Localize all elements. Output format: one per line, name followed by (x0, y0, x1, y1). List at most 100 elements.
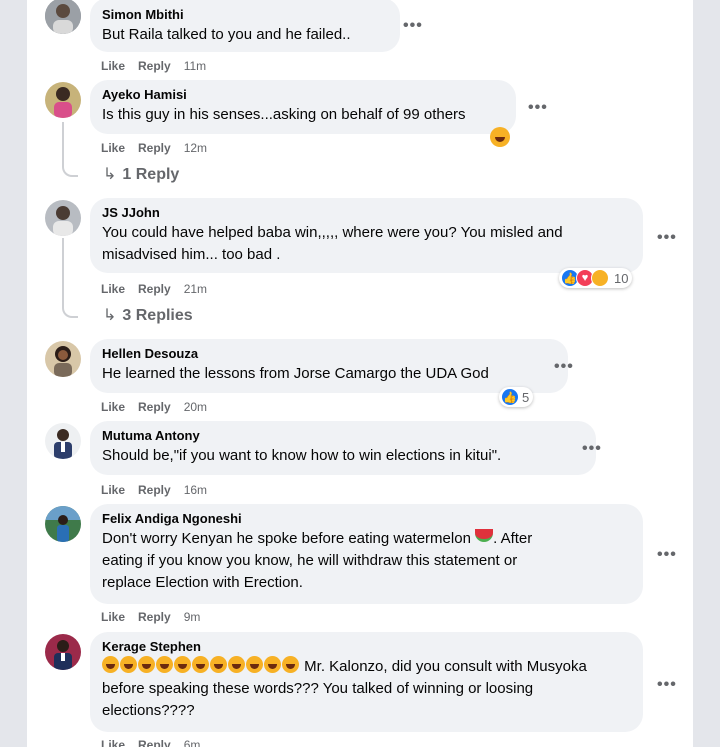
avatar[interactable] (45, 82, 81, 118)
comment-bubble: Hellen Desouza He learned the lessons fr… (90, 339, 568, 393)
comment-author[interactable]: Mutuma Antony (102, 428, 584, 444)
comment-author[interactable]: Ayeko Hamisi (102, 87, 504, 103)
comments-panel: Simon Mbithi But Raila talked to you and… (27, 0, 693, 747)
thread-line (62, 122, 78, 177)
comment-time[interactable]: 9m (184, 610, 201, 624)
laughing-emoji-icon (228, 656, 245, 673)
more-options-icon[interactable]: ••• (657, 230, 677, 246)
reply-arrow-icon: ↳ (103, 166, 117, 183)
more-options-icon[interactable]: ••• (554, 359, 574, 375)
reply-button[interactable]: Reply (138, 610, 171, 624)
reply-button[interactable]: Reply (138, 400, 171, 414)
watermelon-emoji-icon (475, 529, 494, 542)
comment-text-line: You could have helped baba win,,,,, wher… (102, 224, 563, 241)
comment-actions: Like Reply 20m (101, 399, 207, 415)
comment-text-line: . After (493, 530, 533, 547)
view-replies-link[interactable]: ↳ 3 Replies (103, 306, 193, 326)
reply-button[interactable]: Reply (138, 282, 171, 296)
comment-text: Is this guy in his senses...asking on be… (102, 106, 466, 123)
comment-text: Should be,"if you want to know how to wi… (102, 447, 502, 464)
like-button[interactable]: Like (101, 738, 125, 747)
reactions-badge[interactable]: 👍 5 (499, 387, 534, 407)
comment-actions: Like Reply 9m (101, 609, 200, 625)
haha-emoji-icon (490, 127, 510, 147)
avatar[interactable] (45, 506, 81, 542)
more-options-icon[interactable]: ••• (582, 441, 602, 457)
avatar[interactable] (45, 341, 81, 377)
avatar[interactable] (45, 634, 81, 670)
comment-time[interactable]: 12m (184, 141, 207, 155)
like-reaction-icon: 👍 (501, 388, 519, 406)
reactions-badge[interactable]: 👍 ♥ 10 (559, 268, 633, 288)
comment-text: But Raila talked to you and he failed.. (102, 26, 351, 43)
reply-button[interactable]: Reply (138, 59, 171, 73)
haha-reaction-icon (591, 269, 609, 287)
comment-bubble: JS JJohn You could have helped baba win,… (90, 198, 643, 273)
comment-text: Don't worry Kenyan he spoke before eatin… (102, 528, 631, 594)
laughing-emoji-icon (156, 656, 173, 673)
view-replies-link[interactable]: ↳ 1 Reply (103, 165, 179, 185)
comment-actions: Like Reply 12m (101, 140, 207, 156)
like-button[interactable]: Like (101, 141, 125, 155)
comment-text-line: eating if you know you know, he will wit… (102, 552, 518, 569)
comment-author[interactable]: Hellen Desouza (102, 346, 556, 362)
more-options-icon[interactable]: ••• (403, 18, 423, 34)
comment-text-line: before speaking these words??? You talke… (102, 680, 534, 697)
laughing-emoji-icon (174, 656, 191, 673)
like-button[interactable]: Like (101, 400, 125, 414)
laughing-emoji-icon (102, 656, 119, 673)
comment-author[interactable]: Kerage Stephen (102, 639, 631, 655)
more-options-icon[interactable]: ••• (657, 547, 677, 563)
comment-text: You could have helped baba win,,,,, wher… (102, 222, 631, 266)
comment-actions: Like Reply 16m (101, 482, 207, 498)
more-options-icon[interactable]: ••• (657, 677, 677, 693)
avatar[interactable] (45, 0, 81, 34)
like-button[interactable]: Like (101, 59, 125, 73)
reactions-count: 5 (522, 389, 530, 405)
comment-text-line: misadvised him... too bad . (102, 246, 281, 263)
avatar[interactable] (45, 423, 81, 459)
comment-bubble: Kerage Stephen Mr. Kalonzo, did you cons… (90, 632, 643, 732)
comment-time[interactable]: 11m (184, 59, 206, 73)
laughing-emoji-icon (264, 656, 281, 673)
laughing-emoji-icon (138, 656, 155, 673)
reply-button[interactable]: Reply (138, 141, 171, 155)
laughing-emoji-row (102, 656, 300, 675)
comment-author[interactable]: Felix Andiga Ngoneshi (102, 511, 631, 527)
reactions-count: 10 (614, 270, 629, 286)
comment-actions: Like Reply 6m (101, 737, 200, 747)
comment-text: He learned the lessons from Jorse Camarg… (102, 365, 489, 382)
comment-text-line: replace Election with Erection. (102, 574, 303, 591)
more-options-icon[interactable]: ••• (528, 100, 548, 116)
comment-time[interactable]: 6m (184, 738, 201, 747)
comment-author[interactable]: JS JJohn (102, 205, 631, 221)
comment-text-line: Don't worry Kenyan he spoke before eatin… (102, 530, 471, 547)
comment-actions: Like Reply 11m (101, 58, 206, 74)
comment-bubble: Simon Mbithi But Raila talked to you and… (90, 0, 400, 52)
comment-bubble: Mutuma Antony Should be,"if you want to … (90, 421, 596, 475)
replies-count: 1 Reply (122, 166, 180, 183)
comment-bubble: Felix Andiga Ngoneshi Don't worry Kenyan… (90, 504, 643, 604)
laughing-emoji-icon (120, 656, 137, 673)
reply-button[interactable]: Reply (138, 738, 171, 747)
comment-actions: Like Reply 21m (101, 281, 207, 297)
laughing-emoji-icon (192, 656, 209, 673)
reply-arrow-icon: ↳ (103, 307, 117, 324)
laughing-emoji-icon (282, 656, 299, 673)
comment-text-line: elections???? (102, 702, 195, 719)
comment-bubble: Ayeko Hamisi Is this guy in his senses..… (90, 80, 516, 134)
comment-author[interactable]: Simon Mbithi (102, 7, 388, 23)
comment-text: Mr. Kalonzo, did you consult with Musyok… (102, 656, 631, 722)
comment-time[interactable]: 21m (184, 282, 207, 296)
comment-text-line: Mr. Kalonzo, did you consult with Musyok… (304, 658, 587, 675)
like-button[interactable]: Like (101, 610, 125, 624)
like-button[interactable]: Like (101, 483, 125, 497)
avatar[interactable] (45, 200, 81, 236)
reply-button[interactable]: Reply (138, 483, 171, 497)
like-button[interactable]: Like (101, 282, 125, 296)
comment-time[interactable]: 16m (184, 483, 207, 497)
thread-line (62, 238, 78, 318)
comment-time[interactable]: 20m (184, 400, 207, 414)
laughing-emoji-icon (246, 656, 263, 673)
replies-count: 3 Replies (122, 307, 193, 324)
